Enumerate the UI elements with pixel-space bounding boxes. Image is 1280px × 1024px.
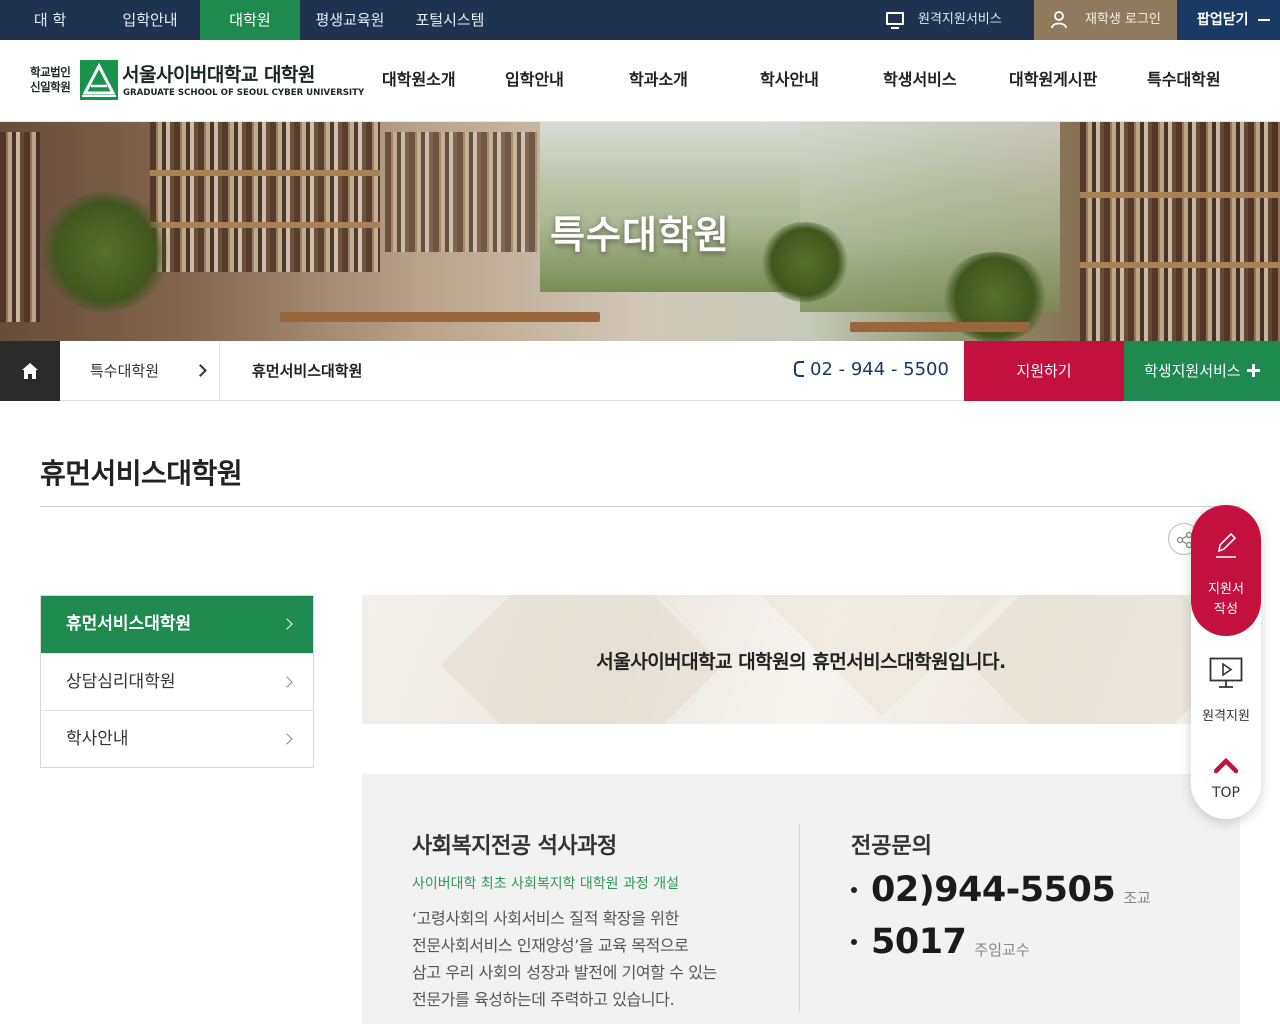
program-description-line: 전문사회서비스 인재양성’을 교육 목적으로 (412, 936, 689, 955)
program-description-line: ‘고령사회의 사회서비스 질적 확장을 위한 (412, 909, 679, 928)
quick-apply-button[interactable]: 지원서 작성 (1191, 505, 1261, 636)
monitor-play-icon (1209, 657, 1243, 688)
title-divider (40, 506, 1240, 507)
side-navigation: 휴먼서비스대학원 상담심리대학원 학사안내 (40, 595, 314, 768)
student-login-link[interactable]: 재학생 로그인 (1034, 0, 1177, 40)
page-title: 휴먼서비스대학원 (40, 457, 243, 490)
logo-corp-line2: 신일학원 (30, 80, 71, 94)
nav-student-service[interactable]: 학생서비스 (883, 40, 957, 120)
side-nav-item-academic[interactable]: 학사안내 (41, 710, 313, 767)
contact-item: 5017 주임교수 (851, 922, 1030, 962)
quick-apply-line1: 지원서 (1208, 582, 1244, 597)
site-header: 학교법인 신일학원 서울사이버대학교 대학원 GRADUATE SCHOOL O… (0, 40, 1280, 122)
chevron-right-icon (194, 364, 207, 377)
info-divider (799, 824, 800, 1012)
nav-admission[interactable]: 입학안내 (505, 40, 564, 120)
contact-heading: 전공문의 (851, 834, 932, 859)
quick-apply-line2: 작성 (1214, 602, 1238, 617)
topbar-link-graduate[interactable]: 대학원 (200, 0, 300, 40)
phone-icon (794, 361, 804, 377)
remote-support-link[interactable]: 원격지원서비스 (870, 0, 1034, 40)
nav-special-graduate[interactable]: 특수대학원 (1147, 40, 1221, 120)
program-subheading: 사이버대학 최초 사회복지학 대학원 과정 개설 (412, 876, 679, 892)
contact-role: 조교 (1123, 888, 1151, 907)
logo-english: GRADUATE SCHOOL OF SEOUL CYBER UNIVERSIT… (123, 88, 365, 98)
chevron-up-icon (1214, 757, 1238, 774)
quick-remote-button[interactable]: 원격지원 (1191, 655, 1261, 725)
quick-menu: 지원서 작성 원격지원 TOP (1191, 505, 1261, 819)
logo-corp-line1: 학교법인 (30, 65, 71, 79)
student-service-label: 학생지원서비스 (1144, 362, 1241, 380)
apply-button[interactable]: 지원하기 (964, 341, 1124, 401)
chevron-right-icon (281, 618, 293, 630)
side-nav-label: 학사안내 (66, 729, 129, 749)
intro-text: 서울사이버대학교 대학원의 휴먼서비스대학원입니다. (596, 651, 1006, 673)
intro-banner: 서울사이버대학교 대학원의 휴먼서비스대학원입니다. (362, 595, 1240, 724)
minus-icon (1258, 19, 1270, 21)
contact-item: 02)944-5505 조교 (851, 870, 1151, 910)
program-info-box: 사회복지전공 석사과정 사이버대학 최초 사회복지학 대학원 과정 개설 ‘고령… (362, 774, 1240, 1024)
pencil-icon (1216, 532, 1237, 558)
side-nav-item-counseling[interactable]: 상담심리대학원 (41, 653, 313, 710)
contact-number: 5017 (871, 922, 967, 962)
topbar-link-admission[interactable]: 입학안내 (100, 0, 200, 40)
logo-name: 서울사이버대학교 대학원 (122, 64, 315, 86)
side-nav-label: 상담심리대학원 (66, 672, 176, 692)
top-utility-bar: 대 학 입학안내 대학원 평생교육원 포털시스템 원격지원서비스 재학생 로그인… (0, 0, 1280, 40)
chevron-right-icon (281, 733, 293, 745)
remote-support-label: 원격지원서비스 (918, 12, 1002, 27)
plus-icon (1247, 364, 1260, 377)
nav-graduate-intro[interactable]: 대학원소개 (382, 40, 456, 120)
university-emblem-icon (80, 60, 118, 100)
student-service-button[interactable]: 학생지원서비스 (1124, 341, 1280, 401)
phone-number: 02 - 944 - 5500 (794, 341, 949, 401)
program-description-line: 삼고 우리 사회의 성장과 발전에 기여할 수 있는 (412, 963, 717, 982)
topbar-link-lifelong[interactable]: 평생교육원 (300, 0, 400, 40)
contact-number: 02)944-5505 (871, 870, 1116, 910)
scroll-top-button[interactable]: TOP (1191, 755, 1261, 805)
home-button[interactable] (0, 341, 60, 401)
breadcrumb-level1-label: 특수대학원 (90, 362, 160, 380)
monitor-icon (886, 12, 904, 29)
side-nav-label: 휴먼서비스대학원 (66, 614, 192, 634)
side-nav-item-human-service[interactable]: 휴먼서비스대학원 (41, 596, 313, 653)
program-heading: 사회복지전공 석사과정 (412, 834, 617, 859)
hero-banner: 특수대학원 (0, 122, 1280, 341)
site-logo[interactable]: 학교법인 신일학원 서울사이버대학교 대학원 GRADUATE SCHOOL O… (30, 60, 364, 102)
student-login-label: 재학생 로그인 (1085, 12, 1161, 27)
bullet-icon (851, 939, 857, 945)
nav-departments[interactable]: 학과소개 (629, 40, 688, 120)
home-icon (22, 363, 38, 379)
scroll-top-label: TOP (1211, 785, 1240, 801)
user-icon (1051, 11, 1067, 28)
hero-title: 특수대학원 (550, 213, 730, 257)
popup-close-button[interactable]: 팝업닫기 (1177, 0, 1280, 40)
topbar-link-portal[interactable]: 포털시스템 (400, 0, 500, 40)
phone-number-text: 02 - 944 - 5500 (810, 359, 949, 380)
breadcrumb: 특수대학원 휴먼서비스대학원 02 - 944 - 5500 지원하기 학생지원… (0, 341, 1280, 401)
breadcrumb-level2[interactable]: 휴먼서비스대학원 (252, 341, 362, 401)
chevron-right-icon (281, 676, 293, 688)
logo-corporation: 학교법인 신일학원 (30, 65, 71, 95)
program-description: ‘고령사회의 사회서비스 질적 확장을 위한 전문사회서비스 인재양성’을 교육… (412, 905, 772, 1013)
topbar-link-university[interactable]: 대 학 (0, 0, 100, 40)
quick-apply-label: 지원서 작성 (1191, 580, 1261, 620)
quick-remote-label: 원격지원 (1202, 709, 1250, 724)
nav-board[interactable]: 대학원게시판 (1009, 40, 1097, 120)
contact-role: 주임교수 (974, 940, 1030, 959)
bullet-icon (851, 887, 857, 893)
program-description-line: 전문가를 육성하는데 주력하고 있습니다. (412, 990, 675, 1009)
nav-academic[interactable]: 학사안내 (760, 40, 819, 120)
breadcrumb-level1[interactable]: 특수대학원 (60, 341, 220, 401)
popup-close-label: 팝업닫기 (1197, 12, 1249, 28)
